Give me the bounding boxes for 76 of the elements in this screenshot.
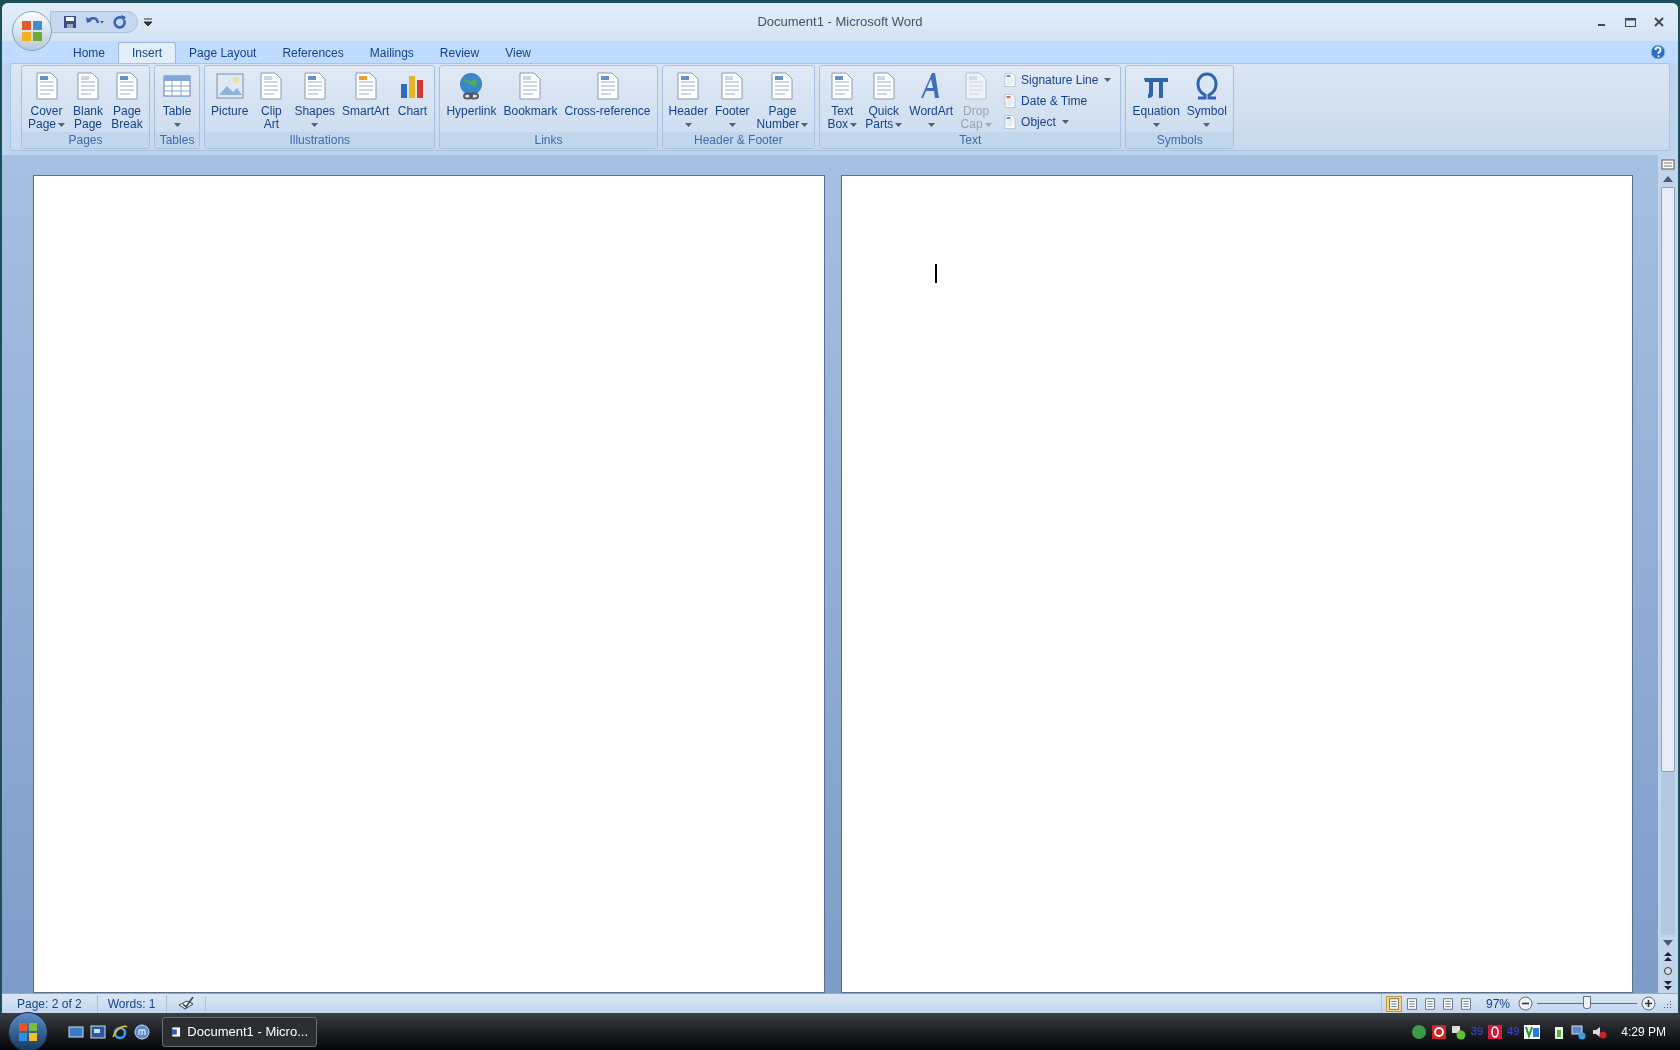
ribbon-tab[interactable]: Insert [118, 42, 177, 63]
letter-v-tray-icon[interactable] [1523, 1023, 1542, 1040]
round-app-icon[interactable] [134, 1023, 150, 1040]
ribbon-button[interactable]: Clip Art [252, 67, 291, 131]
redo-icon[interactable] [113, 15, 127, 29]
group-label: Links [440, 132, 657, 148]
windows-logo-icon [18, 1021, 38, 1042]
ribbon-button[interactable]: Text Box [823, 67, 862, 131]
ribbon-tab[interactable]: Mailings [356, 42, 427, 63]
ribbon-button[interactable]: Quick Parts [862, 67, 906, 131]
switch-windows-icon[interactable] [90, 1023, 106, 1040]
ribbon-button[interactable]: Picture [208, 67, 252, 131]
network-dot-icon[interactable] [1450, 1023, 1467, 1040]
customize-toolbar-icon[interactable] [144, 18, 152, 26]
save-icon[interactable] [63, 15, 77, 29]
ribbon-button[interactable]: Shapes [291, 67, 339, 131]
ribbon-button[interactable]: Cover Page [25, 67, 69, 131]
next-page-icon[interactable] [1663, 979, 1673, 991]
ribbon-button[interactable]: Equation [1129, 67, 1183, 131]
show-desktop-icon[interactable] [68, 1023, 84, 1040]
group-label: Header & Footer [662, 132, 815, 148]
antivirus-tray-icon[interactable] [1487, 1023, 1504, 1040]
group-label: Illustrations [205, 132, 435, 148]
torrent-client-icon[interactable] [1410, 1023, 1427, 1040]
page-count[interactable]: Page: 2 of 2 [2, 994, 98, 1013]
picture-icon [213, 70, 246, 102]
group-label: Pages [22, 132, 150, 148]
taskbar-window-button[interactable]: Document1 - Micro... [162, 1016, 317, 1047]
ribbon-tab[interactable]: Page Layout [176, 42, 270, 63]
zoom-slider-thumb[interactable] [1583, 996, 1591, 1009]
ribbon-button[interactable]: Bookmark [500, 67, 561, 131]
network-icon[interactable] [1571, 1023, 1588, 1040]
group-label: Symbols [1126, 132, 1233, 148]
ribbon-button[interactable]: SmartArt [339, 67, 393, 131]
ribbon-button[interactable]: WordArt [906, 67, 957, 131]
view-mode-icon[interactable] [1385, 995, 1402, 1012]
maximize-icon[interactable] [1625, 17, 1636, 27]
zoom-level[interactable]: 97% [1477, 994, 1518, 1013]
ribbon-button[interactable]: Hyperlink [443, 67, 500, 131]
resize-grip-icon [1662, 998, 1672, 1009]
zoom-in-icon[interactable] [1641, 996, 1656, 1011]
text-cursor [935, 264, 937, 283]
ribbon-button[interactable]: Header [665, 67, 711, 131]
zoom-out-icon[interactable] [1518, 996, 1533, 1011]
clock[interactable]: 4:29 PM [1621, 1022, 1666, 1041]
ribbon-small-button[interactable]: Date & Time [1000, 90, 1114, 111]
scrollbar-thumb[interactable] [1661, 187, 1675, 772]
ribbon-button[interactable]: Footer [711, 67, 753, 131]
ribbon-small-button[interactable]: Signature Line [1000, 69, 1114, 90]
sync-tray-icon[interactable] [1430, 1023, 1447, 1040]
ribbon-small-button[interactable]: Object [1000, 111, 1114, 132]
ribbon-button[interactable]: Page Break [108, 67, 147, 131]
office-button[interactable] [12, 11, 52, 51]
proofing-check-icon[interactable] [176, 996, 195, 1011]
browser-icon[interactable] [112, 1023, 128, 1040]
ribbon-button[interactable]: Chart [393, 67, 432, 131]
browse-object-icon[interactable] [1663, 965, 1673, 977]
ribbon-button[interactable]: Blank Page [69, 67, 108, 131]
group-label: Tables [155, 132, 200, 148]
help-icon[interactable] [1650, 44, 1666, 60]
ribbon-tab[interactable]: Home [60, 42, 118, 63]
close-icon[interactable] [1654, 17, 1664, 27]
ribbon-tab[interactable]: Review [426, 42, 493, 63]
ruler-toggle-icon[interactable] [1661, 157, 1675, 171]
word-count[interactable]: Words: 1 [97, 994, 167, 1013]
ribbon-button[interactable]: Page Number [753, 67, 812, 131]
ribbon-tab[interactable]: View [492, 42, 544, 63]
ribbon-tab[interactable]: References [269, 42, 357, 63]
ribbon-button[interactable]: Table [158, 67, 197, 131]
previous-page-icon[interactable] [1663, 951, 1673, 963]
ribbon-button[interactable]: Cross-reference [561, 67, 654, 131]
start-button[interactable] [8, 1011, 48, 1050]
ribbon-button[interactable]: Symbol [1183, 67, 1230, 131]
window-title: Document1 - Microsoft Word [757, 13, 923, 32]
office-logo-icon [21, 20, 43, 42]
group-label: Text [820, 132, 1121, 148]
